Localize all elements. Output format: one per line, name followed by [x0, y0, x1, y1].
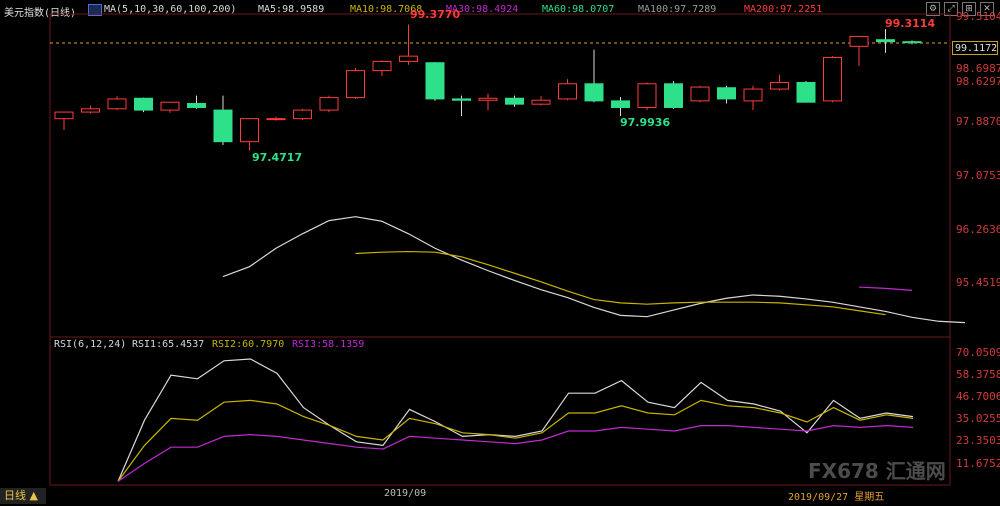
- ma-lines-group: [222, 216, 966, 324]
- candle[interactable]: [770, 81, 789, 90]
- candle[interactable]: [637, 83, 657, 108]
- candle[interactable]: [160, 101, 180, 111]
- watermark: FX678 汇通网: [808, 459, 946, 483]
- rsi-tick-1: 70.0509: [956, 346, 1000, 359]
- candle[interactable]: [266, 118, 286, 121]
- candle[interactable]: [54, 111, 74, 120]
- current-date-label: 2019/09/27 星期五: [788, 492, 885, 503]
- candle[interactable]: [81, 108, 100, 113]
- rsi-line-rsi2: [117, 399, 914, 482]
- candle[interactable]: [107, 98, 127, 110]
- candle[interactable]: [531, 99, 551, 105]
- candle[interactable]: [664, 83, 683, 108]
- rsi-params: RSI(6,12,24): [54, 339, 127, 350]
- price-tick-3: 97.8870: [956, 115, 1000, 128]
- ma-line-ma30: [858, 286, 913, 291]
- price-side-value: 98.6297: [956, 75, 1000, 88]
- rsi-tick-5: 23.3503: [956, 434, 1000, 447]
- candle[interactable]: [823, 56, 842, 102]
- candle[interactable]: [240, 118, 259, 143]
- candle[interactable]: [558, 83, 577, 100]
- rsi-tick-2: 58.3758: [956, 368, 1000, 381]
- rsi-lines-group: [117, 358, 914, 482]
- candle[interactable]: [346, 70, 365, 99]
- candle[interactable]: [187, 103, 206, 108]
- rsi3-value: RSI3:58.1359: [292, 339, 365, 350]
- rsi-tick-4: 35.0255: [956, 412, 1000, 425]
- annotation-low-1: 97.4717: [252, 151, 302, 164]
- candle[interactable]: [452, 98, 471, 101]
- candle[interactable]: [690, 86, 710, 102]
- candle[interactable]: [611, 100, 630, 108]
- price-chart: 99.3770 97.4717 97.9936 99.3114: [49, 8, 966, 486]
- candle[interactable]: [876, 39, 895, 43]
- ma-line-ma10: [355, 250, 886, 316]
- candle[interactable]: [425, 62, 445, 100]
- rsi-tick-3: 46.7006: [956, 390, 1000, 403]
- rsi2-value: RSI2:60.7970: [212, 339, 285, 350]
- candle[interactable]: [478, 97, 498, 101]
- price-tick-6: 95.4519: [956, 276, 1000, 289]
- current-price-label: 99.1172: [952, 41, 998, 55]
- candle[interactable]: [399, 55, 418, 62]
- annotation-high-1: 99.3770: [410, 8, 460, 21]
- candle[interactable]: [717, 87, 736, 100]
- candle[interactable]: [902, 41, 922, 44]
- annotation-low-2: 97.9936: [620, 116, 670, 129]
- candle[interactable]: [319, 97, 339, 111]
- rsi-line-rsi3: [117, 424, 914, 482]
- price-tick-2: 98.6987: [956, 62, 1000, 75]
- chart-window: 美元指数(日线) MA(5,10,30,60,100,200) MA5:98.9…: [0, 0, 1000, 506]
- rsi-line-rsi1: [117, 358, 914, 482]
- candle[interactable]: [213, 109, 233, 143]
- annotation-high-2: 99.3114: [885, 17, 935, 30]
- rsi-tick-6: 11.6752: [956, 457, 1000, 470]
- month-label: 2019/09: [384, 488, 427, 499]
- candle[interactable]: [796, 81, 816, 103]
- candle[interactable]: [849, 35, 869, 47]
- candle[interactable]: [505, 97, 524, 105]
- candle[interactable]: [372, 60, 392, 72]
- price-tick-5: 96.2636: [956, 223, 1000, 236]
- price-tick-1: 99.5104: [956, 10, 1000, 23]
- ma-line-ma5: [222, 216, 966, 324]
- period-tab[interactable]: 日线 ▲: [0, 488, 46, 504]
- rsi1-value: RSI1:65.4537: [132, 339, 205, 350]
- candle[interactable]: [584, 83, 604, 102]
- price-tick-4: 97.0753: [956, 169, 1000, 182]
- candle[interactable]: [293, 109, 312, 120]
- candle[interactable]: [743, 88, 763, 102]
- candle[interactable]: [134, 97, 153, 111]
